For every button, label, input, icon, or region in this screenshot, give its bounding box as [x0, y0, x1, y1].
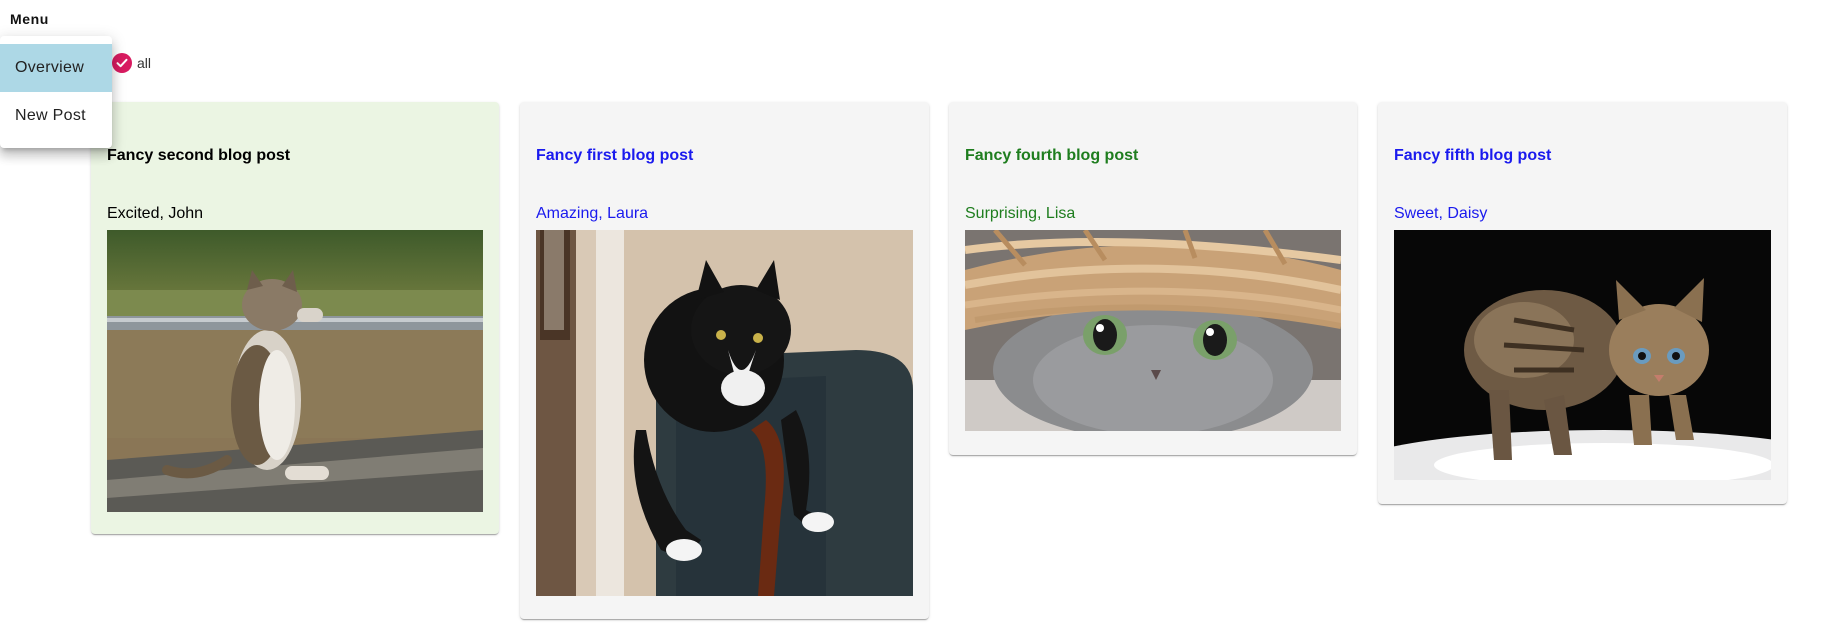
- blog-post-card[interactable]: Fancy fifth blog post Sweet, Daisy: [1378, 102, 1787, 504]
- blog-post-card[interactable]: Fancy second blog post Excited, John: [91, 102, 499, 534]
- grey-cat-under-basket-image: [965, 230, 1341, 431]
- post-title: Fancy first blog post: [536, 147, 694, 164]
- blog-post-card[interactable]: Fancy fourth blog post Surprising, Lisa: [949, 102, 1357, 455]
- post-title: Fancy second blog post: [107, 147, 291, 164]
- post-subtitle: Amazing, Laura: [536, 205, 649, 222]
- menu-dropdown: Overview New Post: [0, 36, 112, 148]
- menu-item-new-post[interactable]: New Post: [0, 92, 112, 140]
- post-title: Fancy fifth blog post: [1394, 147, 1552, 164]
- post-subtitle: Sweet, Daisy: [1394, 205, 1488, 222]
- post-title: Fancy fourth blog post: [965, 147, 1139, 164]
- post-subtitle: Surprising, Lisa: [965, 205, 1076, 222]
- checkbox-checked-icon[interactable]: [112, 53, 132, 73]
- filter-all[interactable]: all: [112, 53, 151, 73]
- menu-item-overview[interactable]: Overview: [0, 44, 112, 92]
- post-subtitle: Excited, John: [107, 205, 204, 222]
- tabby-kitten-image: [1394, 230, 1771, 480]
- blog-post-card[interactable]: Fancy first blog post Amazing, Laura: [520, 102, 929, 619]
- cat-on-railing-image: [107, 230, 483, 512]
- filter-label: all: [137, 55, 152, 71]
- black-white-cat-on-chair-image: [536, 230, 913, 596]
- menu-button[interactable]: Menu: [10, 8, 49, 30]
